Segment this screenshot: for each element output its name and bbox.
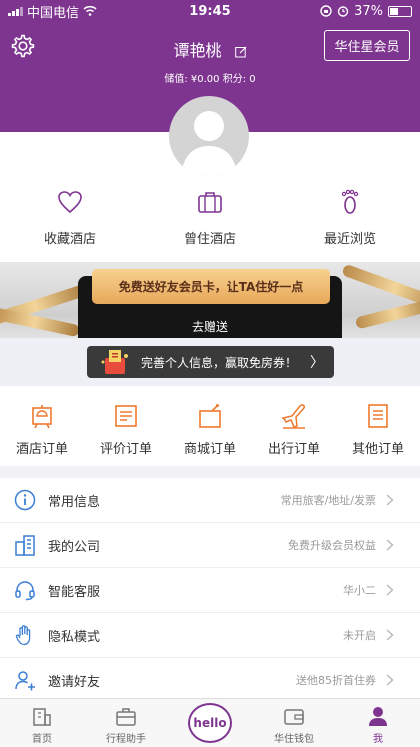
complete-profile-promo[interactable]: 完善个人信息，赢取免房券！ 〉 xyxy=(87,346,334,378)
avatar-placeholder-icon xyxy=(181,111,237,176)
briefcase-icon xyxy=(116,708,136,726)
wallet-icon xyxy=(284,709,304,725)
signal-icon xyxy=(8,6,23,16)
privacy-mode-label: 隐私模式 xyxy=(48,629,101,645)
coupon-gift-icon xyxy=(101,350,128,374)
tab-home-label: 首页 xyxy=(32,734,52,745)
tab-wallet[interactable]: 华住钱包 xyxy=(252,699,336,747)
other-orders-button[interactable]: 其他订单 xyxy=(336,386,420,466)
shop-orders-button[interactable]: 商城订单 xyxy=(168,386,252,466)
building-icon xyxy=(15,535,35,556)
tab-trip-assistant[interactable]: 行程助手 xyxy=(84,699,168,747)
ribbon-decoration xyxy=(0,306,81,338)
document-icon xyxy=(368,404,388,428)
alarm-icon xyxy=(337,6,349,17)
chevron-right-icon xyxy=(386,539,394,551)
home-building-icon xyxy=(33,708,51,726)
chevron-right-icon xyxy=(386,674,394,686)
tab-wallet-label: 华住钱包 xyxy=(274,734,314,745)
favorite-hotels-button[interactable]: 收藏酒店 xyxy=(0,132,140,262)
add-user-icon xyxy=(15,671,35,691)
username: 谭艳桃 xyxy=(173,41,222,60)
chevron-right-icon: 〉 xyxy=(310,355,324,371)
headset-icon xyxy=(15,581,35,601)
customer-service-hint: 华小二 xyxy=(343,584,376,597)
battery-icon xyxy=(388,5,412,17)
chevron-right-icon xyxy=(386,629,394,641)
privacy-mode-row[interactable]: 隐私模式 未开启 xyxy=(0,613,420,658)
tab-home[interactable]: 首页 xyxy=(0,699,84,747)
promo-text: 完善个人信息，赢取免房券！ xyxy=(141,355,298,370)
hand-icon xyxy=(15,625,31,646)
invite-friends-label: 邀请好友 xyxy=(48,674,101,690)
invite-friends-hint: 送他85折首住券 xyxy=(296,674,376,687)
order-shortcuts: 酒店订单 评价订单 商城订单 出行订单 其他订单 xyxy=(0,386,420,466)
my-company-hint: 免费升级会员权益 xyxy=(288,539,376,552)
status-bar: 中国电信 19:45 37% xyxy=(0,0,420,22)
favorite-hotels-label: 收藏酒店 xyxy=(43,232,96,247)
hotel-orders-button[interactable]: 酒店订单 xyxy=(0,386,84,466)
avatar[interactable] xyxy=(169,96,249,176)
settings-menu: 常用信息 常用旅客/地址/发票 我的公司 免费升级会员权益 智能客服 华小二 隐… xyxy=(0,478,420,703)
review-orders-button[interactable]: 评价订单 xyxy=(84,386,168,466)
chevron-right-icon xyxy=(386,494,394,506)
privacy-mode-hint: 未开启 xyxy=(343,629,376,642)
hotel-orders-label: 酒店订单 xyxy=(15,442,68,457)
common-info-label: 常用信息 xyxy=(48,494,101,510)
tab-trip-assistant-label: 行程助手 xyxy=(106,734,146,745)
travel-orders-label: 出行订单 xyxy=(267,442,320,457)
gift-card-banner[interactable]: 免费送好友会员卡，让TA住好一点 去赠送 xyxy=(0,262,420,338)
hotel-bell-icon xyxy=(32,405,52,429)
ribbon-decoration xyxy=(354,298,420,330)
wifi-icon xyxy=(83,6,97,16)
battery-percent: 37% xyxy=(354,3,383,19)
customer-service-label: 智能客服 xyxy=(48,584,101,600)
chevron-right-icon xyxy=(386,584,394,596)
review-orders-label: 评价订单 xyxy=(99,442,152,457)
recent-views-button[interactable]: 最近浏览 xyxy=(280,132,420,262)
give-card-link[interactable]: 去赠送 xyxy=(78,318,342,335)
review-icon xyxy=(115,405,137,427)
common-info-row[interactable]: 常用信息 常用旅客/地址/发票 xyxy=(0,478,420,523)
member-level-button[interactable]: 华住星会员 xyxy=(324,30,410,61)
travel-orders-button[interactable]: 出行订单 xyxy=(252,386,336,466)
person-icon xyxy=(369,707,387,726)
plane-icon xyxy=(281,404,305,429)
my-company-row[interactable]: 我的公司 免费升级会员权益 xyxy=(0,523,420,568)
customer-service-row[interactable]: 智能客服 华小二 xyxy=(0,568,420,613)
heart-icon xyxy=(58,191,82,214)
recent-views-label: 最近浏览 xyxy=(323,232,376,247)
stayed-hotels-label: 曾住酒店 xyxy=(183,232,236,247)
balance-points: 储值: ¥0.00 积分: 0 xyxy=(164,74,256,85)
suitcase-icon xyxy=(198,192,222,213)
info-icon xyxy=(14,489,36,511)
other-orders-label: 其他订单 xyxy=(351,442,404,457)
gift-card-title: 免费送好友会员卡，让TA住好一点 xyxy=(92,269,330,304)
shop-bag-icon xyxy=(199,404,221,428)
footprint-icon xyxy=(341,189,359,214)
edit-icon[interactable] xyxy=(234,46,247,58)
common-info-hint: 常用旅客/地址/发票 xyxy=(280,494,376,507)
tab-me[interactable]: 我 xyxy=(336,699,420,747)
tab-me-label: 我 xyxy=(373,734,383,745)
invite-friends-row[interactable]: 邀请好友 送他85折首住券 xyxy=(0,658,420,703)
rotation-lock-icon xyxy=(320,5,332,17)
carrier-label: 中国电信 xyxy=(27,5,80,21)
shop-orders-label: 商城订单 xyxy=(183,442,236,457)
hello-icon[interactable]: hello xyxy=(188,703,232,743)
my-company-label: 我的公司 xyxy=(48,539,101,555)
